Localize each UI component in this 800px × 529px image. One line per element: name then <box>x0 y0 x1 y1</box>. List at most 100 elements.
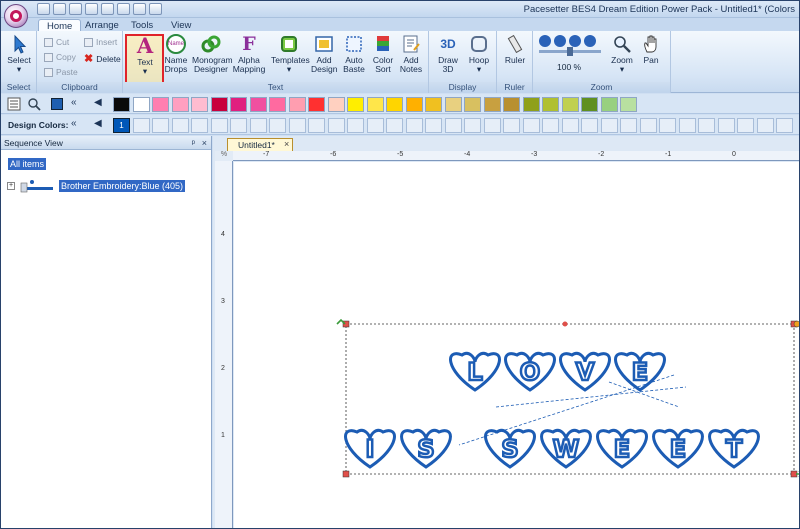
palette-swatch[interactable] <box>113 97 130 112</box>
palette-swatch[interactable] <box>405 97 423 112</box>
insert-button[interactable]: Insert <box>84 37 117 47</box>
print-icon[interactable] <box>85 3 98 15</box>
resize-handle-bl[interactable] <box>342 470 350 478</box>
design-color-slot[interactable] <box>483 118 501 133</box>
pan-button[interactable]: Pan <box>639 34 663 65</box>
delete-button[interactable]: ✖ Delete <box>84 52 121 65</box>
palette-swatch[interactable] <box>503 97 520 112</box>
move-up-arrow-icon[interactable] <box>336 318 346 325</box>
design-color-slot[interactable] <box>639 118 657 133</box>
design-canvas[interactable]: L O V E I S S W E E T <box>234 162 800 528</box>
design-color-slot[interactable] <box>405 118 423 133</box>
copy-button[interactable]: Copy <box>44 52 76 62</box>
zoom-minus-icon[interactable] <box>539 35 551 47</box>
zoom-plus-icon[interactable] <box>584 35 596 47</box>
text-button[interactable]: A Text ▾ <box>129 35 161 76</box>
redo-icon[interactable] <box>133 3 146 15</box>
design-color-slot[interactable] <box>561 118 579 133</box>
print-preview-icon[interactable] <box>101 3 114 15</box>
document-close-icon[interactable]: × <box>284 139 289 149</box>
design-color-slot[interactable] <box>503 118 520 133</box>
design-color-slot[interactable] <box>347 118 364 133</box>
palette-swatch[interactable] <box>483 97 501 112</box>
palette-swatch[interactable] <box>464 97 481 112</box>
palette-swatch[interactable] <box>171 97 189 112</box>
palette-swatch[interactable] <box>249 97 267 112</box>
design-color-slot[interactable] <box>464 118 481 133</box>
all-items-node[interactable]: All items <box>8 158 47 170</box>
color-sort-button[interactable]: Color Sort <box>371 34 395 74</box>
application-menu-button[interactable] <box>4 4 28 28</box>
expand-icon[interactable]: + <box>7 182 15 190</box>
design-color-slot[interactable] <box>269 118 286 133</box>
name-drops-button[interactable]: Name Name Drops <box>163 34 189 74</box>
palette-swatch[interactable] <box>269 97 286 112</box>
design-color-slot[interactable] <box>366 118 384 133</box>
pin-icon[interactable]: ᵖ <box>192 138 195 148</box>
design-color-slot[interactable] <box>191 118 208 133</box>
rotate-handle[interactable] <box>793 320 800 328</box>
palette-swatch[interactable] <box>288 97 306 112</box>
palette-swatch[interactable] <box>327 97 345 112</box>
auto-baste-button[interactable]: Auto Baste <box>341 34 367 74</box>
palette-swatch[interactable] <box>308 97 325 112</box>
hoop-button[interactable]: Hoop ▾ <box>465 34 493 74</box>
palette-swatch[interactable] <box>152 97 169 112</box>
design-color-slot[interactable] <box>308 118 325 133</box>
palette-swatch[interactable] <box>522 97 540 112</box>
palette-swatch[interactable] <box>542 97 559 112</box>
zoom-plus-small-icon[interactable] <box>569 35 581 47</box>
monogram-designer-button[interactable]: Monogram Designer <box>192 34 233 74</box>
palette-swatch[interactable] <box>347 97 364 112</box>
design-color-slot[interactable] <box>600 118 618 133</box>
thread-search-icon[interactable] <box>27 97 41 111</box>
design-color-slot[interactable] <box>444 118 462 133</box>
palette-prev-icon[interactable]: ◀ <box>94 97 102 108</box>
palette-swatch[interactable] <box>581 97 598 112</box>
design-color-slot[interactable] <box>581 118 598 133</box>
design-color-slot[interactable] <box>522 118 540 133</box>
palette-swatch[interactable] <box>191 97 208 112</box>
design-color-slot[interactable] <box>776 118 793 133</box>
close-icon[interactable]: × <box>202 138 207 148</box>
templates-button[interactable]: Templates ▾ <box>271 34 310 74</box>
design-color-1[interactable]: 1 <box>113 118 130 133</box>
design-color-slot[interactable] <box>230 118 247 133</box>
design-color-slot[interactable] <box>288 118 306 133</box>
alpha-mapping-button[interactable]: F Alpha Mapping <box>232 34 266 74</box>
design-color-slot[interactable] <box>542 118 559 133</box>
design-color-slot[interactable] <box>698 118 715 133</box>
ruler-units-corner[interactable]: % <box>215 151 233 161</box>
design-color-slot[interactable] <box>386 118 403 133</box>
design-color-slot[interactable] <box>737 118 754 133</box>
design-color-slot[interactable] <box>152 118 169 133</box>
new-file-icon[interactable] <box>37 3 50 15</box>
design-colors-prev-icon[interactable]: ◀ <box>94 118 102 129</box>
design-color-slot[interactable] <box>171 118 189 133</box>
palette-swatch[interactable] <box>561 97 579 112</box>
open-file-icon[interactable] <box>53 3 66 15</box>
design-color-slot[interactable] <box>678 118 696 133</box>
save-icon[interactable] <box>69 3 82 15</box>
tree-item[interactable]: + Brother Embroidery:Blue (405) <box>7 179 186 193</box>
palette-swatch[interactable] <box>210 97 228 112</box>
cut-button[interactable]: Cut <box>44 37 69 47</box>
add-notes-button[interactable]: Add Notes <box>399 34 423 74</box>
design-color-slot[interactable] <box>717 118 735 133</box>
add-design-button[interactable]: Add Design <box>311 34 337 74</box>
design-color-slot[interactable] <box>249 118 267 133</box>
select-button[interactable]: Select ▾ <box>7 34 31 74</box>
undo-icon[interactable] <box>117 3 130 15</box>
zoom-button[interactable]: Zoom ▾ <box>609 34 635 74</box>
zoom-slider-thumb[interactable] <box>567 47 573 56</box>
palette-swatch[interactable] <box>132 97 150 112</box>
palette-swatch[interactable] <box>425 97 442 112</box>
design-color-slot[interactable] <box>132 118 150 133</box>
zoom-minus-small-icon[interactable] <box>554 35 566 47</box>
paste-button[interactable]: Paste <box>44 67 78 77</box>
design-color-slot[interactable] <box>210 118 228 133</box>
design-color-slot[interactable] <box>327 118 345 133</box>
resize-handle-top[interactable] <box>562 321 568 327</box>
draw-3d-button[interactable]: 3D Draw 3D <box>434 34 462 74</box>
design-color-slot[interactable] <box>425 118 442 133</box>
